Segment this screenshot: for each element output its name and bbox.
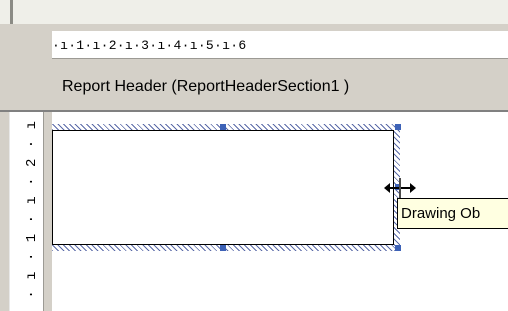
window-top-bar	[0, 0, 508, 24]
resize-handle-top-right[interactable]	[395, 124, 401, 130]
resize-handle-top-middle[interactable]	[220, 124, 226, 130]
resize-handle-bottom-right[interactable]	[395, 245, 401, 251]
resize-handle-bottom-middle[interactable]	[220, 245, 226, 251]
horizontal-ruler[interactable]: ·ı·1·ı·2·ı·3·ı·4·ı·5·ı·6	[52, 31, 508, 59]
tooltip: Drawing Ob	[397, 198, 508, 229]
section-header-bar[interactable]: Report Header (ReportHeaderSection1 )	[52, 69, 508, 102]
drawing-object[interactable]	[52, 130, 394, 245]
horizontal-ruler-ticks: ·ı·1·ı·2·ı·3·ı·4·ı·5·ı·6	[52, 38, 247, 53]
section-title: Report Header (ReportHeaderSection1 )	[62, 78, 350, 95]
tooltip-text: Drawing Ob	[401, 205, 481, 222]
vertical-ruler-ticks: · ı · 1 · ı · 2 · ı	[24, 120, 40, 299]
resize-horizontal-cursor-icon	[384, 178, 416, 198]
vertical-ruler[interactable]: · ı · 1 · ı · 2 · ı	[9, 112, 44, 311]
toolbar-separator	[10, 0, 13, 24]
selection-border-bottom	[52, 245, 400, 251]
